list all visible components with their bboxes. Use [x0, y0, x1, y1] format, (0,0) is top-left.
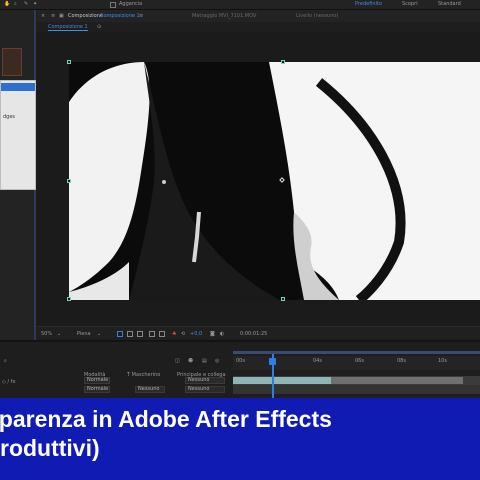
composition-viewer[interactable]: [69, 62, 480, 300]
motion-blur-icon[interactable]: ◎: [215, 358, 219, 364]
snap-label: Aggancia: [119, 1, 143, 7]
resolution-chevron-down-icon[interactable]: ⌄: [97, 331, 101, 337]
channel-icon[interactable]: ♣: [172, 331, 176, 337]
layer-1-parent[interactable]: Nessuno: [185, 377, 225, 384]
viewer-controls: 50% ⌄ Piena ⌄ ♣ ⟲ +0,0 ◙ ◐ 0:00:01:25: [37, 326, 480, 340]
draft-3d-icon[interactable]: ◫: [175, 358, 180, 364]
composition-tabs: × ≡ ▣ Composizione Composizione 1 ≡ Metr…: [37, 10, 480, 22]
shy-layers-icon[interactable]: ☻: [188, 358, 193, 364]
workspace-learn[interactable]: Scopri: [402, 1, 418, 7]
comp-icon: ▣: [59, 13, 64, 19]
banner-title-line-1: sparenza in Adobe After Effects: [0, 406, 332, 432]
exposure-value[interactable]: +0,0: [190, 331, 202, 337]
reset-exposure-icon[interactable]: ⟲: [181, 331, 185, 337]
banner-title: sparenza in Adobe After Effects roduttiv…: [0, 405, 480, 463]
zoom-chevron-down-icon[interactable]: ⌄: [57, 331, 61, 337]
search-layers-icon[interactable]: ⌕: [4, 358, 7, 364]
work-area-bar[interactable]: [233, 351, 480, 354]
layer-1-clip[interactable]: [331, 377, 463, 384]
tab-menu-icon[interactable]: ≡: [139, 13, 143, 19]
pen-tool-icon[interactable]: ✎: [24, 1, 28, 7]
view-layout-icon[interactable]: [159, 331, 165, 337]
playhead[interactable]: [272, 354, 274, 400]
footage-thumbnail[interactable]: [2, 48, 22, 76]
banner-title-line-2: roduttivi): [0, 435, 100, 461]
grid-guides-icon[interactable]: [149, 331, 155, 337]
layer-1-mode[interactable]: Normale: [84, 377, 110, 384]
layer-handle-tm[interactable]: [281, 60, 285, 64]
context-menu-highlighted-item[interactable]: [1, 83, 35, 91]
region-of-interest-icon[interactable]: [117, 331, 123, 337]
snap-checkbox[interactable]: [110, 2, 116, 8]
layer-2-parent[interactable]: Nessuno: [185, 386, 225, 393]
ruler-tick: 00s: [236, 358, 245, 364]
layer-handle-ml[interactable]: [67, 179, 71, 183]
snapshot-icon[interactable]: ◙: [210, 331, 215, 337]
resolution-dropdown[interactable]: Piena: [77, 331, 91, 337]
puppet-tool-icon[interactable]: ✦: [33, 1, 37, 7]
layer-switches-icon[interactable]: ◇ / fx: [2, 379, 15, 385]
frame-blending-icon[interactable]: ▤: [202, 358, 207, 364]
title-banner: sparenza in Adobe After Effects roduttiv…: [0, 398, 480, 480]
transparency-grid-icon[interactable]: [127, 331, 133, 337]
column-track-matte-header: T Mascherino: [127, 372, 161, 378]
composition-subtabs: Composizione 1 ⊙: [37, 22, 480, 32]
zoom-dropdown[interactable]: 50%: [41, 331, 52, 337]
layer-2-mode[interactable]: Normale: [84, 386, 110, 393]
tab-footage[interactable]: Metraggio MVI_7101.MOV: [192, 13, 256, 19]
viewer-image: [69, 62, 480, 300]
ruler-tick: 08s: [397, 358, 406, 364]
layer-handle-bl[interactable]: [67, 297, 71, 301]
context-menu-item-label[interactable]: dges: [3, 114, 15, 120]
tab-composizione-1[interactable]: Composizione 1: [100, 13, 140, 19]
layer-handle-tl[interactable]: [67, 60, 71, 64]
workspace-standard[interactable]: Standard: [438, 1, 461, 7]
panel-close-icon[interactable]: ×: [41, 13, 45, 19]
layer-2-track: [233, 385, 480, 394]
show-snapshot-icon[interactable]: ◐: [220, 331, 224, 337]
layer-1-clip-selected[interactable]: [233, 377, 331, 384]
zoom-tool-icon[interactable]: ⌕: [14, 1, 17, 7]
layer-2-track-matte[interactable]: Nessuno: [135, 386, 165, 393]
hand-tool-icon[interactable]: ✋: [4, 1, 10, 7]
ruler-tick: 06s: [355, 358, 364, 364]
subtab-composizione-1[interactable]: Composizione 1: [48, 24, 88, 31]
current-time[interactable]: 0:00:01:25: [240, 331, 267, 337]
mask-visibility-icon[interactable]: [137, 331, 143, 337]
ruler-tick: 10s: [438, 358, 447, 364]
panel-prefix: Composizione: [68, 13, 103, 19]
layer-handle-bm[interactable]: [281, 297, 285, 301]
workspace-default[interactable]: Predefinito: [355, 1, 382, 7]
panel-menu-icon[interactable]: ≡: [51, 13, 55, 19]
tab-layer[interactable]: Livello (nessuno): [296, 13, 338, 19]
lock-icon[interactable]: ⊙: [97, 24, 101, 30]
context-menu[interactable]: dges: [0, 80, 36, 190]
ruler-tick: 04s: [313, 358, 322, 364]
top-toolbar: ✋ ⌕ ✎ ✦ Aggancia Predefinito Scopri Stan…: [0, 0, 480, 10]
